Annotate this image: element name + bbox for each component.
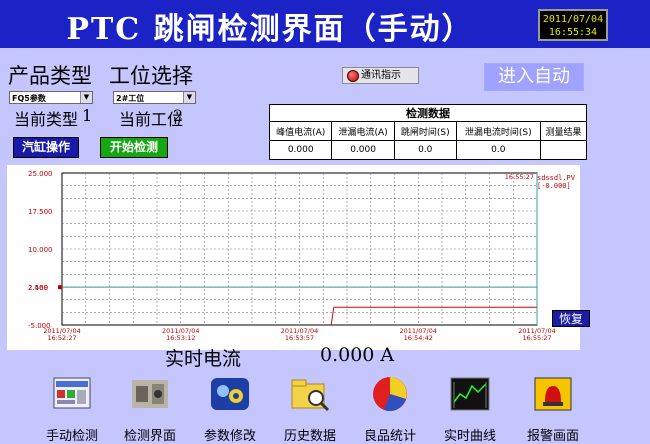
page-title: PTC 跳闸检测界面（手动）	[66, 12, 474, 47]
enter-auto-button[interactable]: 进入自动	[484, 63, 584, 91]
nav-alarm[interactable]: 报警画面	[513, 372, 593, 444]
nav-manual-test[interactable]: 手动检测	[32, 372, 112, 444]
nav-label: 良品统计	[363, 429, 416, 444]
table-header: 泄漏电流(A)	[331, 121, 395, 141]
cylinder-operation-button[interactable]: 汽缸操作	[13, 137, 79, 158]
station-select-value: 2#工位	[116, 94, 145, 103]
x-tick-label-time: 16:52:27	[47, 334, 76, 342]
clock-date: 2011/07/04	[542, 14, 604, 25]
inspection-icon	[132, 380, 168, 408]
alarm-icon	[534, 377, 572, 411]
leakage-current-value: 0.000	[331, 140, 395, 160]
y-tick-label: 25.000	[28, 170, 53, 178]
clock-display: 2011/07/04 16:55:34	[538, 9, 608, 41]
nav-realtime-curve[interactable]: 实时曲线	[430, 372, 510, 444]
leakage-time-value: 0.0	[455, 140, 541, 160]
nav-inspection[interactable]: 检测界面	[110, 372, 190, 444]
x-tick-label-time: 16:54:42	[404, 334, 433, 342]
station-label: 工位选择	[109, 64, 193, 88]
station-select[interactable]: 2#工位 ▼	[113, 91, 196, 104]
y-tick-label: 10.000	[28, 246, 53, 254]
comm-indicator-label: 通讯指示	[361, 70, 401, 81]
nav-statistics[interactable]: 良品统计	[350, 372, 430, 444]
table-caption: 检测数据	[269, 104, 587, 122]
current-type-value: 1	[82, 106, 93, 125]
table-header: 跳闸时间(S)	[393, 121, 457, 141]
nav-label: 参数修改	[203, 429, 256, 444]
nav-history[interactable]: 历史数据	[270, 372, 350, 444]
y-tick-label: 17.500	[28, 208, 53, 216]
clock-time: 16:55:34	[548, 27, 598, 38]
nav-parameter[interactable]: 参数修改	[190, 372, 270, 444]
result-value	[539, 140, 588, 160]
nav-label: 手动检测	[45, 429, 98, 444]
x-tick-label-time: 16:53:57	[285, 334, 314, 342]
table-header: 测量结果	[539, 121, 588, 141]
trend-chart: 25.00017.50010.0002.5002.469-5.0002011/0…	[28, 170, 556, 342]
history-icon	[291, 379, 330, 412]
parameter-icon	[211, 378, 249, 410]
product-type-select-value: FQ5参数	[12, 94, 46, 103]
current-type-label: 当前类型	[14, 110, 79, 129]
realtime-current-label: 实时电流	[165, 348, 242, 370]
nav-label: 历史数据	[283, 429, 336, 444]
nav-label: 报警画面	[526, 429, 579, 444]
nav-label: 检测界面	[123, 429, 176, 444]
comm-indicator: 通讯指示	[342, 67, 419, 84]
chevron-down-icon: ▼	[183, 92, 195, 103]
test-data-table: 检测数据 峰值电流(A) 泄漏电流(A) 跳闸时间(S) 泄漏电流时间(S) 测…	[268, 104, 588, 160]
start-test-button[interactable]: 开始检测	[100, 137, 168, 158]
legend-series-value: [-0.000]	[537, 182, 571, 190]
x-tick-label-time: 16:53:12	[166, 334, 195, 342]
product-type-select[interactable]: FQ5参数 ▼	[9, 91, 93, 104]
product-type-label: 产品类型	[8, 64, 92, 88]
manual-test-icon	[53, 377, 91, 409]
realtime-current-value: 0.000 A	[320, 344, 395, 366]
table-header: 峰值电流(A)	[268, 121, 333, 141]
current-station-value: 2	[173, 106, 184, 125]
bottom-nav: 手动检测 检测界面 参数修改 历史数据 良品统计 实时曲线 报警画面	[0, 372, 650, 444]
nav-label: 实时曲线	[443, 429, 496, 444]
y-tick-label: 2.469	[28, 284, 48, 292]
axis-marker	[58, 285, 62, 290]
table-header: 泄漏电流时间(S)	[455, 121, 541, 141]
realtime-curve-icon	[450, 377, 490, 411]
restore-button[interactable]: 恢复	[552, 310, 590, 327]
chevron-down-icon: ▼	[80, 92, 92, 103]
status-led-icon	[347, 70, 359, 82]
statistics-pie-icon	[373, 377, 407, 412]
x-tick-label-time: 16:55:27	[522, 334, 551, 342]
cursor-time-label: 16:55:27	[505, 173, 534, 181]
trip-time-value: 0.0	[393, 140, 457, 160]
peak-current-value: 0.000	[268, 140, 333, 160]
legend-series-name: sdssdl.PV	[537, 174, 575, 182]
chart-legend: sdssdl.PV [-0.000]	[537, 174, 575, 190]
